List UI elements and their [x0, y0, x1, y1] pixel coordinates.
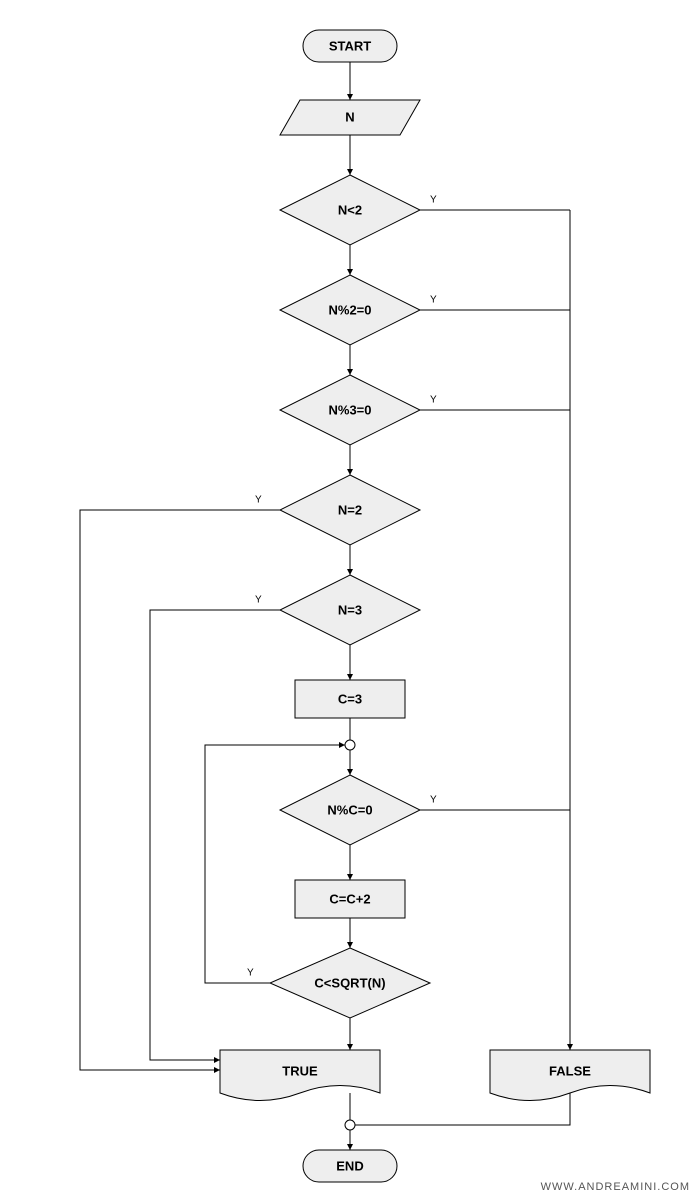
c-inc-label: C=C+2: [329, 891, 370, 906]
y-label-7: Y: [247, 968, 254, 979]
node-c-3: C=3: [295, 680, 405, 718]
end-connector-icon: [345, 1120, 355, 1130]
node-input-n: N: [280, 100, 420, 135]
y-label-4: Y: [255, 495, 262, 506]
y-label-3: Y: [430, 395, 437, 406]
n-eq-2-label: N=2: [338, 502, 362, 517]
flowchart-canvas: START N N<2 N%2=0 N%3=0 N=2 N=3 C=3 N%C=…: [0, 0, 700, 1200]
node-n-eq-3: N=3: [280, 575, 420, 645]
n-lt-2-label: N<2: [338, 202, 362, 217]
node-n-mod-3: N%3=0: [280, 375, 420, 445]
n-mod-2-label: N%2=0: [329, 302, 372, 317]
y-label-2: Y: [430, 295, 437, 306]
node-false: FALSE: [490, 1050, 650, 1101]
end-label: END: [336, 1158, 363, 1173]
edge-sqrt-loop: [205, 745, 345, 983]
n-mod-3-label: N%3=0: [329, 402, 372, 417]
node-start: START: [303, 30, 397, 62]
footer-text: WWW.ANDREAMINI.COM: [541, 1181, 690, 1193]
node-c-sqrt: C<SQRT(N): [270, 948, 430, 1018]
false-label: FALSE: [549, 1063, 591, 1078]
node-n-mod-c: N%C=0: [280, 775, 420, 845]
n-mod-c-label: N%C=0: [327, 802, 372, 817]
node-c-inc: C=C+2: [295, 880, 405, 918]
y-label-5: Y: [255, 595, 262, 606]
y-label-1: Y: [430, 195, 437, 206]
edge-d5-y-true: [150, 610, 280, 1060]
n-eq-3-label: N=3: [338, 602, 362, 617]
loop-connector-icon: [345, 740, 355, 750]
start-label: START: [329, 38, 371, 53]
input-n-label: N: [345, 109, 354, 124]
c-3-label: C=3: [338, 691, 362, 706]
c-sqrt-label: C<SQRT(N): [314, 975, 385, 990]
true-label: TRUE: [282, 1063, 318, 1078]
edge-d4-y-true: [80, 510, 280, 1070]
node-true: TRUE: [220, 1050, 380, 1101]
node-n-mod-2: N%2=0: [280, 275, 420, 345]
y-label-6: Y: [430, 795, 437, 806]
node-end: END: [303, 1150, 397, 1182]
node-n-lt-2: N<2: [280, 175, 420, 245]
node-n-eq-2: N=2: [280, 475, 420, 545]
